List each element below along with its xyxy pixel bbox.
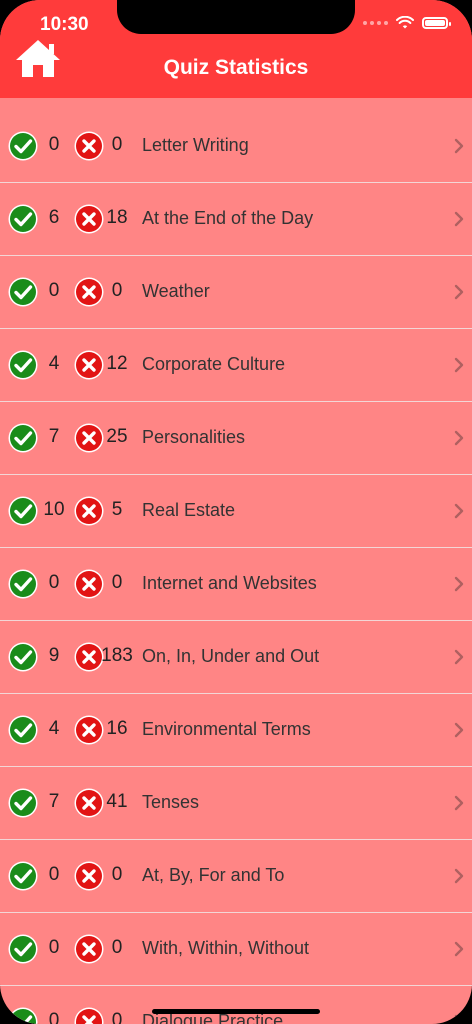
wrong-count: 0 (111, 572, 123, 593)
correct-count: 0 (48, 134, 60, 155)
chevron-right-icon (454, 357, 464, 373)
correct-count: 9 (48, 645, 60, 666)
checkmark-icon (8, 642, 38, 672)
list-item[interactable]: 0 0 Dialogue Practice (0, 986, 472, 1024)
wrong-count: 0 (111, 937, 123, 958)
quiz-title: At, By, For and To (142, 865, 285, 885)
correct-count: 0 (48, 1010, 60, 1024)
navigation-bar: 10:30 Quiz Statistics (0, 0, 472, 98)
quiz-title: At the End of the Day (142, 208, 314, 228)
list-item[interactable]: 7 25 Personalities (0, 402, 472, 475)
wrong-count: 16 (106, 718, 128, 739)
quiz-title: Personalities (142, 427, 246, 447)
chevron-right-icon (454, 795, 464, 811)
signal-icon (363, 21, 388, 25)
quiz-title: Real Estate (142, 500, 236, 520)
quiz-title: Letter Writing (142, 135, 249, 155)
correct-count: 0 (48, 864, 60, 885)
list-item[interactable]: 0 0 Weather (0, 256, 472, 329)
quiz-title: On, In, Under and Out (142, 646, 320, 666)
wrong-count: 18 (106, 207, 128, 228)
checkmark-icon (8, 1007, 38, 1024)
checkmark-icon (8, 934, 38, 964)
correct-count: 10 (43, 499, 65, 520)
checkmark-icon (8, 350, 38, 380)
chevron-right-icon (454, 868, 464, 884)
checkmark-icon (8, 277, 38, 307)
chevron-right-icon (454, 503, 464, 519)
quiz-title: With, Within, Without (142, 938, 310, 958)
list-item[interactable]: 4 16 Environmental Terms (0, 694, 472, 767)
wrong-count: 0 (111, 134, 123, 155)
list-item[interactable]: 10 5 Real Estate (0, 475, 472, 548)
device-notch (117, 0, 355, 34)
checkmark-icon (8, 788, 38, 818)
chevron-right-icon (454, 284, 464, 300)
chevron-right-icon (454, 211, 464, 227)
list-item[interactable]: 0 0 Letter Writing (0, 110, 472, 183)
wifi-icon (396, 16, 414, 29)
list-item[interactable]: 0 0 With, Within, Without (0, 913, 472, 986)
checkmark-icon (8, 423, 38, 453)
wrong-count: 12 (106, 353, 128, 374)
wrong-count: 0 (111, 280, 123, 301)
page-title: Quiz Statistics (163, 56, 309, 79)
list-item[interactable]: 7 41 Tenses (0, 767, 472, 840)
correct-count: 0 (48, 280, 60, 301)
chevron-right-icon (454, 138, 464, 154)
wrong-count: 25 (106, 426, 128, 447)
checkmark-icon (8, 496, 38, 526)
checkmark-icon (8, 204, 38, 234)
quiz-title: Weather (142, 281, 210, 301)
checkmark-icon (8, 715, 38, 745)
chevron-right-icon (454, 722, 464, 738)
wrong-count: 183 (101, 645, 133, 666)
quiz-title: Corporate Culture (142, 354, 286, 374)
list-item[interactable]: 9 183 On, In, Under and Out (0, 621, 472, 694)
wrong-count: 0 (111, 864, 123, 885)
wrong-count: 0 (111, 1010, 123, 1024)
list-item[interactable]: 4 12 Corporate Culture (0, 329, 472, 402)
battery-icon (422, 17, 451, 29)
correct-count: 7 (48, 791, 60, 812)
home-indicator[interactable] (152, 1009, 320, 1014)
chevron-right-icon (454, 649, 464, 665)
quiz-title: Tenses (142, 792, 200, 812)
wrong-count: 5 (111, 499, 123, 520)
chevron-right-icon (454, 1014, 464, 1024)
correct-count: 7 (48, 426, 60, 447)
quiz-title: Internet and Websites (142, 573, 317, 593)
checkmark-icon (8, 131, 38, 161)
correct-count: 4 (48, 353, 60, 374)
checkmark-icon (8, 569, 38, 599)
correct-count: 6 (48, 207, 60, 228)
list-item[interactable]: 0 0 At, By, For and To (0, 840, 472, 913)
chevron-right-icon (454, 430, 464, 446)
chevron-right-icon (454, 576, 464, 592)
list-item[interactable]: 6 18 At the End of the Day (0, 183, 472, 256)
correct-count: 0 (48, 572, 60, 593)
correct-count: 0 (48, 937, 60, 958)
wrong-count: 41 (106, 791, 128, 812)
checkmark-icon (8, 861, 38, 891)
app-screen: 10:30 Quiz Statistics 0 0 Letter Writing (0, 0, 472, 1024)
chevron-right-icon (454, 941, 464, 957)
list-item[interactable]: 0 0 Internet and Websites (0, 548, 472, 621)
status-icons (363, 16, 451, 30)
status-time: 10:30 (40, 14, 89, 35)
correct-count: 4 (48, 718, 60, 739)
quiz-stats-list: 0 0 Letter Writing 6 18 At the End of th… (0, 110, 472, 1024)
quiz-title: Environmental Terms (142, 719, 311, 739)
